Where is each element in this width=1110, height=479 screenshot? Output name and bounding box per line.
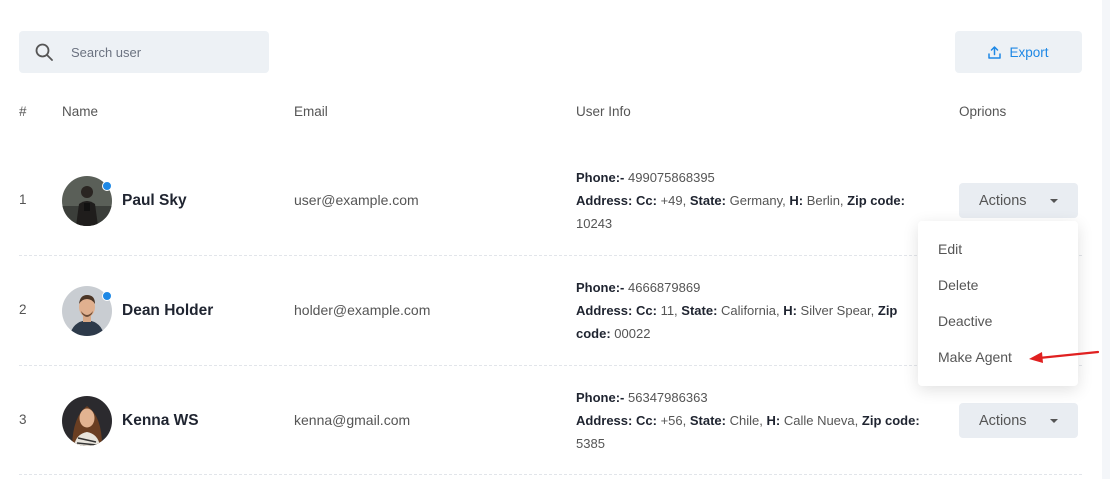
header-num: #	[19, 104, 27, 119]
search-icon	[35, 43, 53, 61]
user-email: holder@example.com	[294, 302, 431, 318]
actions-label: Actions	[979, 192, 1027, 209]
h-label: H:	[766, 413, 781, 428]
state-label: State:	[689, 193, 726, 208]
actions-label: Actions	[979, 412, 1027, 429]
row-divider	[19, 474, 1082, 475]
header-options: Oprions	[959, 104, 1007, 119]
export-button[interactable]: Export	[955, 31, 1082, 73]
phone-value: 4666879869	[628, 280, 701, 295]
header-name: Name	[62, 104, 99, 119]
phone-value: 499075868395	[628, 170, 715, 185]
search-box[interactable]	[19, 31, 269, 73]
red-arrow-icon	[1029, 350, 1100, 363]
zip-label: Zip code:	[861, 413, 920, 428]
cc-value: +49,	[660, 193, 687, 208]
cc-label: Cc:	[635, 413, 657, 428]
cc-value: +56,	[660, 413, 687, 428]
state-value: Germany,	[729, 193, 786, 208]
row-number: 3	[19, 412, 27, 427]
phone-value: 56347986363	[628, 390, 708, 405]
menu-item-delete[interactable]: Delete	[938, 277, 978, 293]
cc-label: Cc:	[635, 193, 657, 208]
h-value: Calle Nueva,	[783, 413, 859, 428]
user-email: user@example.com	[294, 192, 419, 208]
zip-value: 5385	[576, 436, 605, 451]
caret-down-icon	[1050, 199, 1058, 203]
h-label: H:	[789, 193, 804, 208]
upload-icon	[988, 45, 1002, 59]
cc-value: 11,	[660, 303, 678, 318]
header-user-info: User Info	[576, 104, 631, 119]
user-info: Phone:- 4666879869 Address: Cc: 11, Stat…	[576, 276, 926, 345]
state-value: California,	[721, 303, 780, 318]
online-status-dot	[102, 181, 112, 191]
address-label: Address:	[576, 303, 633, 318]
state-label: State:	[681, 303, 718, 318]
row-number: 1	[19, 192, 27, 207]
caret-down-icon	[1050, 419, 1058, 423]
zip-value: 00022	[614, 326, 651, 341]
h-value: Berlin,	[806, 193, 844, 208]
menu-item-edit[interactable]: Edit	[938, 241, 962, 257]
row-number: 2	[19, 302, 27, 317]
header-email: Email	[294, 104, 328, 119]
address-label: Address:	[576, 413, 633, 428]
users-panel: Export # Name Email User Info Oprions 1 …	[0, 0, 1102, 479]
online-status-dot	[102, 291, 112, 301]
cc-label: Cc:	[635, 303, 657, 318]
state-value: Chile,	[729, 413, 763, 428]
menu-item-make-agent[interactable]: Make Agent	[938, 349, 1012, 365]
phone-label: Phone:-	[576, 170, 625, 185]
user-info: Phone:- 499075868395 Address: Cc: +49, S…	[576, 166, 926, 235]
user-name: Dean Holder	[122, 302, 214, 319]
search-input[interactable]	[71, 31, 261, 73]
menu-item-deactive[interactable]: Deactive	[938, 313, 992, 329]
avatar	[62, 396, 112, 446]
state-label: State:	[689, 413, 726, 428]
actions-button[interactable]: Actions	[959, 403, 1078, 438]
export-label: Export	[1009, 44, 1049, 60]
phone-label: Phone:-	[576, 280, 625, 295]
actions-button[interactable]: Actions	[959, 183, 1078, 218]
user-email: kenna@gmail.com	[294, 412, 411, 428]
h-label: H:	[783, 303, 797, 318]
zip-label: Zip code:	[847, 193, 905, 208]
h-value: Silver Spear,	[800, 303, 875, 318]
user-name: Kenna WS	[122, 412, 199, 429]
zip-value: 10243	[576, 216, 613, 231]
address-label: Address:	[576, 193, 633, 208]
phone-label: Phone:-	[576, 390, 625, 405]
user-name: Paul Sky	[122, 192, 187, 209]
user-info: Phone:- 56347986363 Address: Cc: +56, St…	[576, 386, 926, 455]
